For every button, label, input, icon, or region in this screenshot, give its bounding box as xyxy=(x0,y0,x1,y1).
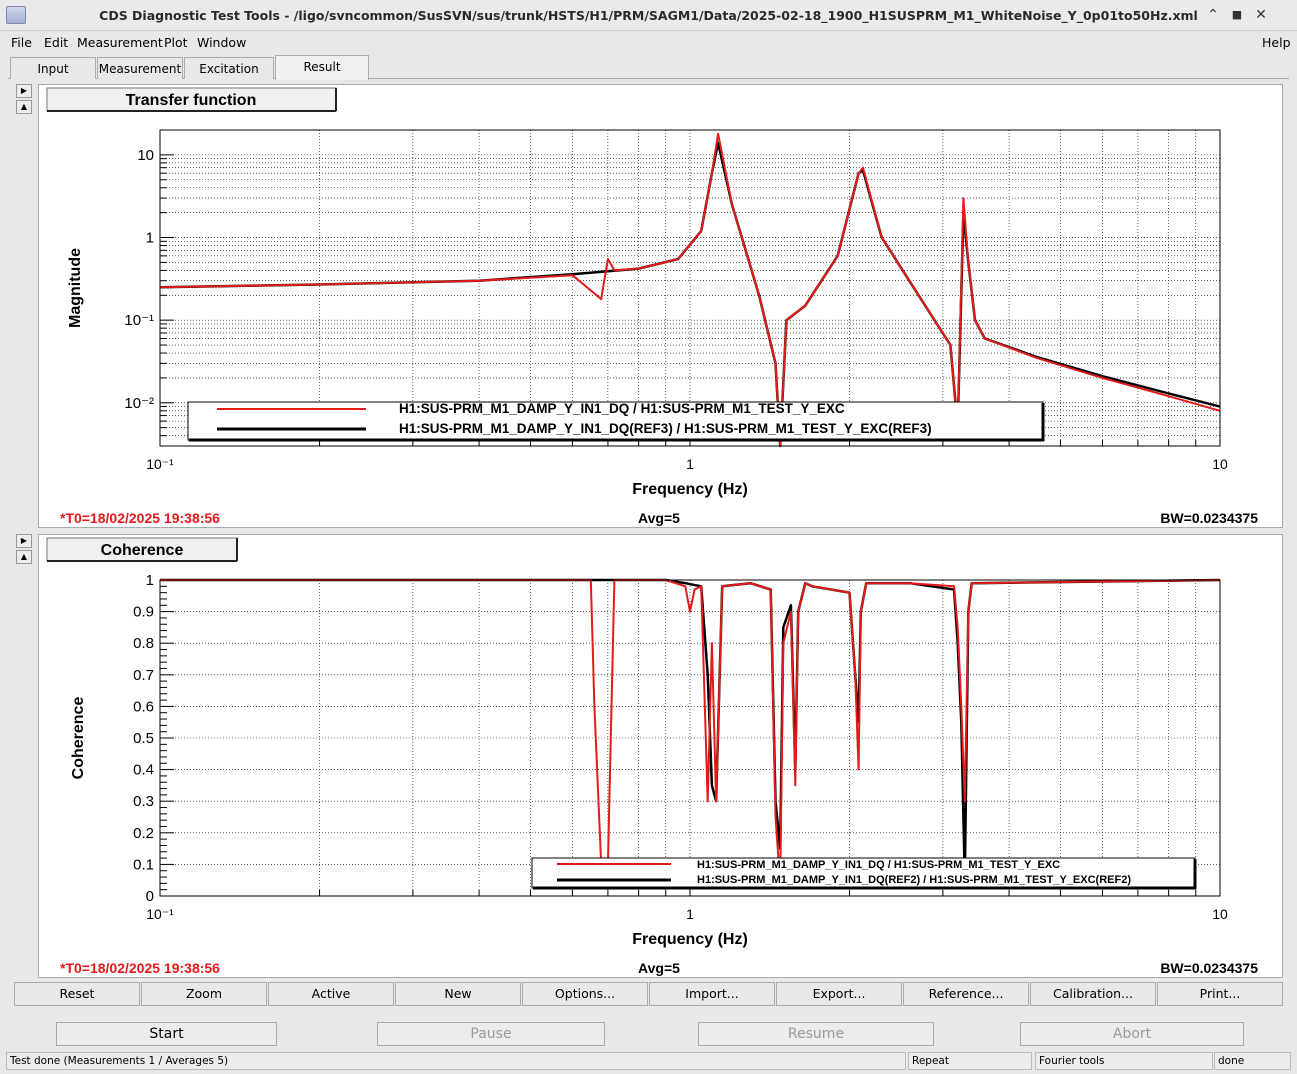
maximize-icon[interactable]: ■ xyxy=(1229,7,1245,23)
y-axis-label: Coherence xyxy=(70,697,87,780)
export-button[interactable]: Export... xyxy=(776,982,902,1006)
y-tick-label: 1 xyxy=(146,572,154,589)
y-tick-label: 0.1 xyxy=(133,856,154,873)
menu-file[interactable]: File xyxy=(11,35,32,50)
y-tick-label: 0.7 xyxy=(133,667,154,684)
coherence-plot[interactable]: Coherence 10.90.80.70.60.50.40.30.20.10 … xyxy=(39,535,1284,979)
new-button[interactable]: New xyxy=(395,982,521,1006)
y-tick-label: 0.2 xyxy=(133,825,154,842)
menu-bar: File Edit Measurement Plot Window Help xyxy=(0,31,1297,53)
pause-button[interactable]: Pause xyxy=(377,1022,605,1046)
status-fourier: Fourier tools xyxy=(1035,1052,1213,1070)
print-button[interactable]: Print... xyxy=(1157,982,1283,1006)
menu-plot[interactable]: Plot xyxy=(164,35,188,50)
x-tick-label: 1 xyxy=(686,456,694,472)
tab-excitation[interactable]: Excitation xyxy=(184,57,274,79)
close-icon[interactable]: ✕ xyxy=(1253,7,1269,23)
menu-help[interactable]: Help xyxy=(1262,35,1291,50)
minimize-icon[interactable]: ⌃ xyxy=(1205,7,1221,23)
x-tick-label: 10⁻¹ xyxy=(146,456,174,472)
calibration-button[interactable]: Calibration... xyxy=(1030,982,1156,1006)
y-axis-label: Magnitude xyxy=(67,248,84,328)
legend-entry: H1:SUS-PRM_M1_DAMP_Y_IN1_DQ(REF2) / H1:S… xyxy=(697,874,1131,886)
menu-edit[interactable]: Edit xyxy=(44,35,68,50)
x-axis-label: Frequency (Hz) xyxy=(632,931,748,948)
reset-button[interactable]: Reset xyxy=(14,982,140,1006)
expand-arrow-icon[interactable]: ▶ xyxy=(16,84,32,98)
y-tick-label: 1 xyxy=(146,230,154,247)
coherence-pane[interactable]: Coherence 1 0.9 0.8 0.7 0.6 0.5 0.4 0.3 0.2 0.1 0 … xyxy=(38,534,1283,978)
tab-result[interactable]: Result xyxy=(275,55,369,80)
panel-title: Transfer function xyxy=(126,92,257,109)
tab-input[interactable]: Input xyxy=(10,57,96,79)
status-state: done xyxy=(1214,1052,1291,1070)
avg-annotation: Avg=5 xyxy=(638,960,680,976)
legend: H1:SUS-PRM_M1_DAMP_Y_IN1_DQ / H1:SUS-PRM… xyxy=(531,857,1197,890)
tab-measurement[interactable]: Measurement xyxy=(97,57,183,79)
menu-window[interactable]: Window xyxy=(197,35,246,50)
plot-frame xyxy=(159,129,1221,447)
active-button[interactable]: Active xyxy=(268,982,394,1006)
status-message: Test done (Measurements 1 / Averages 5) xyxy=(6,1052,906,1070)
transfer-function-plot[interactable]: Transfer function 10 1 10⁻¹ 10⁻² 10⁻¹ 1 10 Ma… xyxy=(39,85,1284,529)
resume-button[interactable]: Resume xyxy=(698,1022,934,1046)
legend-entry: H1:SUS-PRM_M1_DAMP_Y_IN1_DQ / H1:SUS-PRM… xyxy=(697,859,1060,871)
window-title: CDS Diagnostic Test Tools - /ligo/svncom… xyxy=(99,8,1198,23)
x-tick-label: 1 xyxy=(686,906,694,922)
collapse-arrow-icon[interactable]: ▲ xyxy=(16,550,32,564)
collapse-arrow-icon[interactable]: ▲ xyxy=(16,100,32,114)
x-axis-label: Frequency (Hz) xyxy=(632,481,748,498)
start-button[interactable]: Start xyxy=(56,1022,277,1046)
y-tick-label: 0 xyxy=(146,888,154,905)
y-tick-label: 0.9 xyxy=(133,604,154,621)
legend-entry: H1:SUS-PRM_M1_DAMP_Y_IN1_DQ(REF3) / H1:S… xyxy=(399,421,932,436)
transfer-function-pane[interactable]: Transfer function 10 1 10⁻¹ 10⁻² 10⁻¹ 1 10 Ma… xyxy=(38,84,1283,528)
status-repeat: Repeat xyxy=(908,1052,1032,1070)
expand-arrow-icon[interactable]: ▶ xyxy=(16,534,32,548)
y-tick-label: 0.3 xyxy=(133,793,154,810)
title-bar: CDS Diagnostic Test Tools - /ligo/svncom… xyxy=(0,0,1297,31)
t0-annotation: *T0=18/02/2025 19:38:56 xyxy=(60,960,220,976)
legend-entry: H1:SUS-PRM_M1_DAMP_Y_IN1_DQ / H1:SUS-PRM… xyxy=(399,401,845,416)
reference-button[interactable]: Reference... xyxy=(903,982,1029,1006)
y-tick-label: 10⁻¹ xyxy=(124,312,154,329)
bw-annotation: BW=0.0234375 xyxy=(1160,960,1258,976)
x-tick-label: 10 xyxy=(1212,456,1228,472)
avg-annotation: Avg=5 xyxy=(638,510,680,526)
menu-measurement[interactable]: Measurement xyxy=(77,35,163,50)
y-tick-label: 10⁻² xyxy=(124,395,154,412)
y-tick-label: 0.8 xyxy=(133,635,154,652)
y-tick-label: 10 xyxy=(137,147,154,164)
legend: H1:SUS-PRM_M1_DAMP_Y_IN1_DQ / H1:SUS-PRM… xyxy=(187,401,1045,442)
y-tick-label: 0.6 xyxy=(133,698,154,715)
abort-button[interactable]: Abort xyxy=(1020,1022,1244,1046)
x-tick-label: 10⁻¹ xyxy=(146,906,174,922)
y-tick-label: 0.5 xyxy=(133,730,154,747)
t0-annotation: *T0=18/02/2025 19:38:56 xyxy=(60,510,220,526)
bw-annotation: BW=0.0234375 xyxy=(1160,510,1258,526)
import-button[interactable]: Import... xyxy=(649,982,775,1006)
status-bar: Test done (Measurements 1 / Averages 5) … xyxy=(0,1050,1297,1074)
y-tick-label: 0.4 xyxy=(133,762,154,779)
x-tick-label: 10 xyxy=(1212,906,1228,922)
options-button[interactable]: Options... xyxy=(522,982,648,1006)
zoom-button[interactable]: Zoom xyxy=(141,982,267,1006)
panel-title: Coherence xyxy=(101,542,184,559)
tab-bar: Input Measurement Excitation Result xyxy=(8,55,1289,80)
